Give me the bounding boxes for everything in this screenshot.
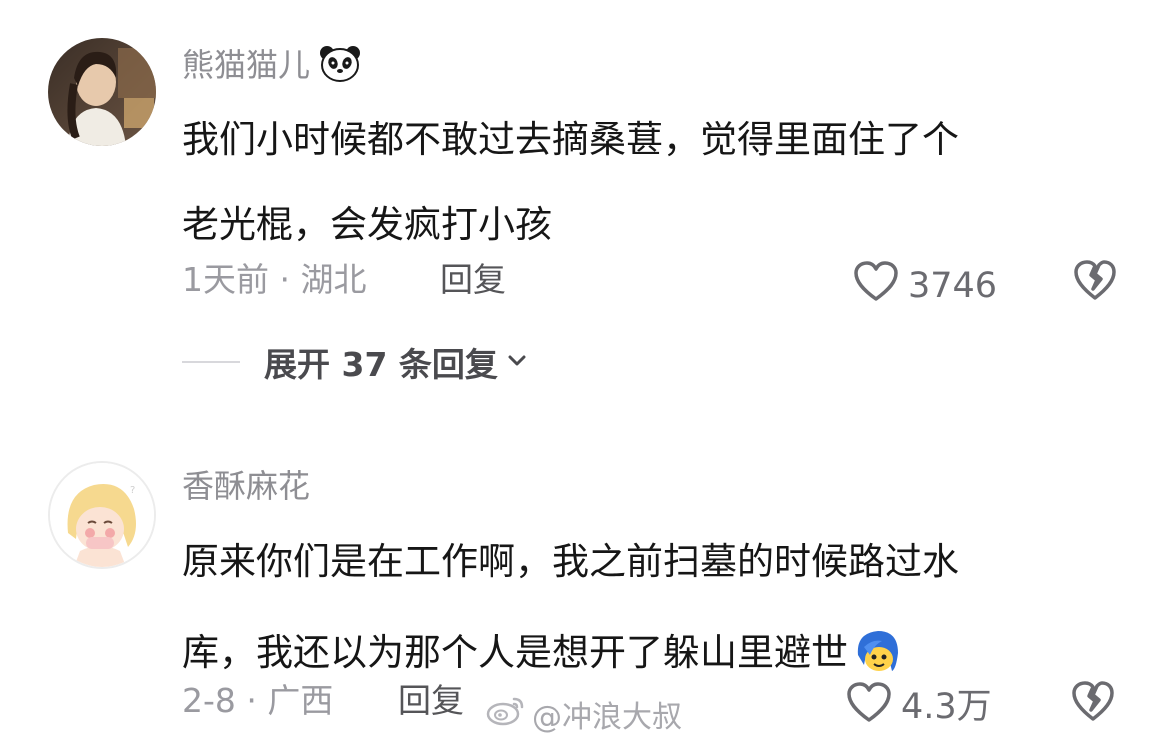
reply-button[interactable]: 回复	[440, 260, 506, 300]
comment-line-with-emoji: 库，我还以为那个人是想开了躲山里避世	[182, 625, 1122, 674]
weibo-icon	[486, 693, 526, 735]
comment-line: 原来你们是在工作啊，我之前扫墓的时候路过水	[182, 540, 959, 583]
chevron-down-icon	[506, 349, 528, 375]
dislike-button[interactable]	[1072, 258, 1118, 302]
avatar[interactable]	[48, 38, 156, 146]
svg-text:?: ?	[130, 485, 135, 496]
like-button[interactable]: 3746	[852, 259, 997, 312]
like-button[interactable]: 4.3万	[845, 680, 992, 733]
username[interactable]: 熊猫猫儿	[182, 44, 362, 91]
panda-emoji-icon	[318, 44, 362, 91]
comment-body: 我们小时候都不敢过去摘桑葚，觉得里面住了个 老光棍，会发疯打小孩	[182, 118, 1122, 246]
like-count: 3746	[908, 265, 998, 306]
expand-replies-label: 展开 37 条回复	[264, 345, 498, 384]
expand-replies-button[interactable]: 展开 37 条回复	[182, 340, 528, 384]
heart-icon	[845, 680, 893, 733]
reply-button[interactable]: 回复	[398, 681, 464, 721]
comment-list: 熊猫猫儿 我们小时候都不敢过去摘桑葚，觉得里面住了个 老光棍，会发疯打小孩 1天…	[0, 0, 1170, 745]
broken-heart-icon	[1072, 260, 1118, 306]
comment-line-text: 库，我还以为那个人是想开了躲山里避世	[182, 631, 848, 674]
dislike-button[interactable]	[1070, 679, 1116, 723]
avatar[interactable]: ?	[48, 461, 156, 569]
blue-hair-face-emoji-icon	[852, 625, 902, 684]
comment-line: 老光棍，会发疯打小孩	[182, 203, 552, 246]
username-text[interactable]: 熊猫猫儿	[182, 46, 310, 84]
comment-meta: 1天前 · 湖北	[182, 260, 367, 299]
like-count: 4.3万	[901, 686, 992, 727]
comment-meta: 2-8 · 广西	[182, 681, 334, 720]
heart-icon	[852, 259, 900, 312]
divider	[182, 361, 240, 363]
watermark-text: @冲浪大叔	[532, 700, 682, 735]
broken-heart-icon	[1070, 681, 1116, 727]
username[interactable]: 香酥麻花	[182, 466, 310, 506]
watermark: @冲浪大叔	[486, 692, 682, 736]
comment-line: 我们小时候都不敢过去摘桑葚，觉得里面住了个	[182, 118, 959, 161]
comment-body: 原来你们是在工作啊，我之前扫墓的时候路过水 库，我还以为那个人是想开了躲山里避世	[182, 540, 1122, 674]
